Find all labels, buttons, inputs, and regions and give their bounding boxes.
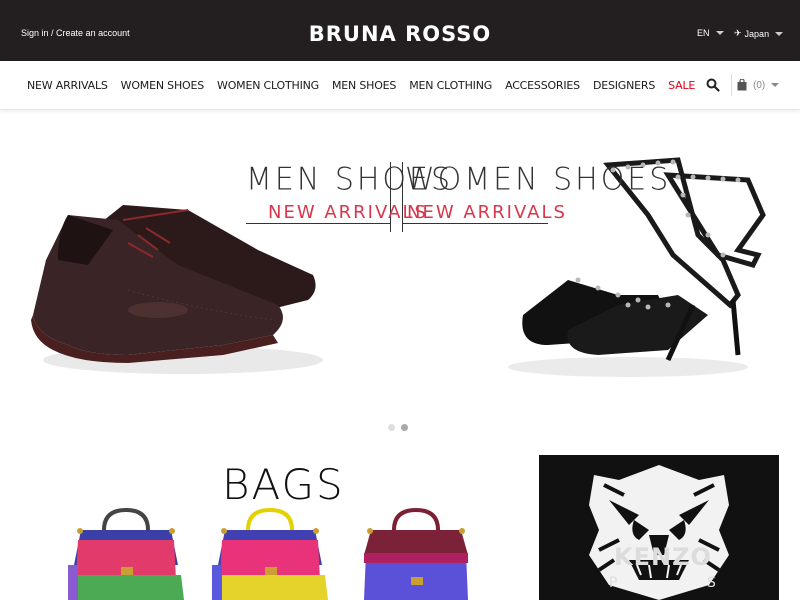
hero-right-title: WOMEN SHOES [405,161,672,198]
nav-item-designers[interactable]: DESIGNERS [593,79,655,92]
country-label: Japan [744,28,770,39]
language-label: EN [697,28,710,38]
nav-item-men-shoes[interactable]: MEN SHOES [332,79,396,92]
kenzo-right-letter: S [707,575,716,591]
hero-right-subtitle[interactable]: NEW ARRIVALS [407,202,567,225]
nav-item-new-arrivals[interactable]: NEW ARRIVALS [27,79,108,92]
main-navigation: NEW ARRIVALS WOMEN SHOES WOMEN CLOTHING … [0,61,800,110]
bag-image[interactable] [210,505,330,600]
slider-pagination [388,424,414,431]
chevron-down-icon [775,31,784,36]
hero-left-subtitle[interactable]: NEW ARRIVALS [268,202,428,225]
nav-divider [731,74,732,96]
chevron-down-icon [715,31,724,35]
airplane-icon: ✈ [734,28,742,38]
site-logo[interactable]: BRUNA ROSSO [0,22,800,46]
nav-item-men-clothing[interactable]: MEN CLOTHING [409,79,492,92]
kenzo-brand: KENZO [614,543,712,571]
nav-menu: NEW ARRIVALS WOMEN SHOES WOMEN CLOTHING … [27,79,708,92]
country-selector[interactable]: ✈ Japan [734,28,784,39]
nav-item-women-shoes[interactable]: WOMEN SHOES [121,79,205,92]
language-selector[interactable]: EN [697,28,724,38]
chevron-down-icon [771,83,780,87]
top-bar: Sign in / Create an account BRUNA ROSSO … [0,0,800,61]
hero-underline [402,223,548,224]
kenzo-promo-banner[interactable]: KENZO P S [539,455,779,600]
nav-item-women-clothing[interactable]: WOMEN CLOTHING [217,79,319,92]
cart-button[interactable]: (0) [737,79,780,91]
bag-image[interactable] [66,505,186,600]
search-icon[interactable] [706,78,720,92]
nav-item-accessories[interactable]: ACCESSORIES [505,79,580,92]
shopping-bag-icon [737,79,747,91]
kenzo-left-letter: P [609,575,618,591]
slider-dot[interactable] [388,424,395,431]
slider-dot-active[interactable] [401,424,408,431]
hero-underline [246,223,391,224]
bag-image[interactable] [356,505,476,600]
cart-count: (0) [753,79,766,91]
nav-item-sale[interactable]: SALE [668,79,695,92]
bags-title[interactable]: BAGS [222,460,345,509]
hero-slider[interactable]: MEN SHOES NEW ARRIVALS WOMEN SHOES NEW A… [0,110,800,445]
